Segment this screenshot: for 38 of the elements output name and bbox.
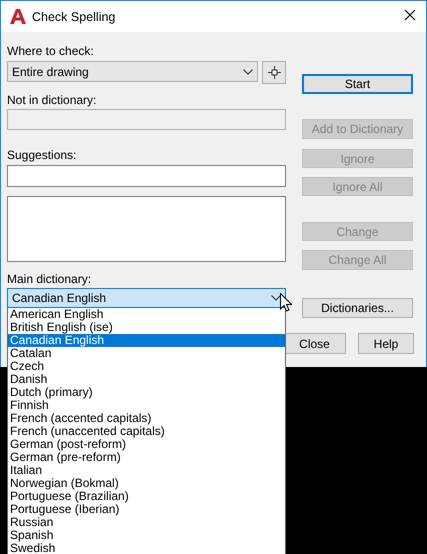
dropdown-option[interactable]: Russian [8,516,285,529]
close-button[interactable]: Close [283,333,346,354]
dictionary-dropdown[interactable]: Canadian English [7,288,286,308]
dropdown-option[interactable]: German (post-reform) [8,438,285,451]
dropdown-option[interactable]: British English (ise) [8,321,285,334]
suggestion-field[interactable] [7,165,286,187]
location-dropdown[interactable]: Entire drawing [7,61,258,82]
dropdown-option[interactable]: Spanish [8,529,285,542]
dropdown-option[interactable]: French (unaccented capitals) [8,425,285,438]
action-button[interactable]: Dictionaries... [302,298,413,318]
chevron-down-icon [271,295,281,301]
close-icon[interactable] [404,9,416,21]
field-label: Not in dictionary: [7,93,98,107]
dropdown-option[interactable]: Canadian English [8,334,285,347]
pick-point-button[interactable] [262,61,286,84]
field-label: Suggestions: [7,148,78,162]
chevron-down-icon [243,68,253,74]
field-label: Where to check: [7,44,95,58]
dropdown-option[interactable]: French (accented capitals) [8,412,285,425]
app-logo-icon [10,9,26,24]
suggestions-list[interactable] [7,196,286,262]
crosshair-icon [268,66,280,79]
dropdown-option[interactable]: Danish [8,373,285,386]
help-button[interactable]: Help [358,333,414,354]
dropdown-option[interactable]: German (pre-reform) [8,451,285,464]
field-label: Main dictionary: [7,272,92,286]
dropdown-option[interactable]: Czech [8,360,285,373]
dropdown-option[interactable]: Catalan [8,347,285,360]
window-title: Check Spelling [32,10,116,24]
dropdown-option[interactable]: Portuguese (Brazilian) [8,490,285,503]
dropdown-option[interactable]: Finnish [8,399,285,412]
action-button[interactable]: Start [302,74,413,94]
dropdown-option[interactable]: Portuguese (Iberian) [8,503,285,516]
dropdown-option[interactable]: Italian [8,464,285,477]
dropdown-option[interactable]: American English [8,308,285,321]
dropdown-option[interactable]: Norwegian (Bokmal) [8,477,285,490]
dropdown-option[interactable]: Swedish [8,542,285,554]
dropdown-option[interactable]: Dutch (primary) [8,386,285,399]
